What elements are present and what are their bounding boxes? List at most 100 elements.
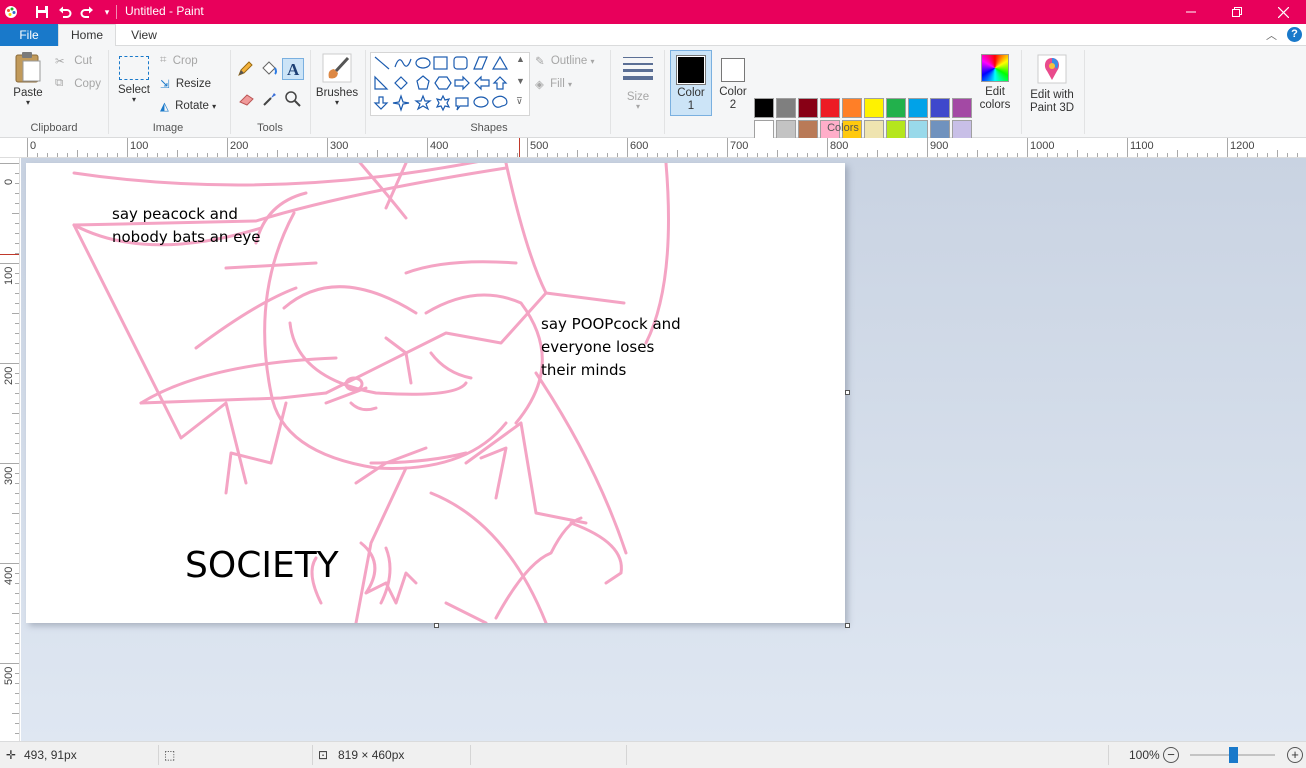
palette-swatch[interactable] bbox=[886, 120, 906, 140]
palette-swatch[interactable] bbox=[776, 98, 796, 118]
ruler-minor-tick bbox=[12, 213, 19, 214]
paint-app-icon[interactable] bbox=[2, 3, 20, 21]
ruler-minor-tick bbox=[287, 153, 288, 157]
ruler-minor-tick bbox=[447, 153, 448, 157]
ruler-minor-tick bbox=[1137, 153, 1138, 157]
save-icon[interactable] bbox=[33, 3, 51, 21]
canvas-resize-handle-bottom[interactable] bbox=[434, 623, 439, 628]
ruler-tick bbox=[0, 563, 19, 564]
palette-swatch[interactable] bbox=[754, 120, 774, 140]
edit-with-paint3d-button[interactable]: Edit with Paint 3D bbox=[1026, 54, 1078, 116]
caption-right-line2: everyone loses bbox=[541, 338, 655, 356]
redo-icon[interactable] bbox=[78, 3, 96, 21]
tab-home[interactable]: Home bbox=[58, 24, 116, 47]
ruler-minor-tick bbox=[15, 643, 19, 644]
palette-swatch[interactable] bbox=[820, 98, 840, 118]
ruler-minor-tick bbox=[15, 553, 19, 554]
help-icon[interactable]: ? bbox=[1287, 27, 1302, 42]
ruler-minor-tick bbox=[12, 513, 19, 514]
zoom-out-button[interactable]: − bbox=[1163, 747, 1179, 763]
ruler-minor-tick bbox=[15, 593, 19, 594]
palette-swatch[interactable] bbox=[798, 98, 818, 118]
canvas-resize-handle-right[interactable] bbox=[845, 390, 850, 395]
paste-button[interactable]: Paste ▾ bbox=[8, 50, 48, 118]
fill-tool[interactable] bbox=[260, 60, 278, 81]
status-separator bbox=[312, 745, 313, 765]
color-picker-tool[interactable] bbox=[261, 90, 279, 111]
ruler-minor-tick bbox=[597, 153, 598, 157]
ruler-tick bbox=[527, 138, 528, 157]
zoom-slider-thumb[interactable] bbox=[1229, 747, 1238, 763]
minimize-icon[interactable] bbox=[1168, 0, 1214, 24]
brushes-button[interactable]: Brushes ▾ bbox=[315, 52, 359, 118]
undo-icon[interactable] bbox=[56, 3, 74, 21]
drawing-canvas[interactable]: say peacock and nobody bats an eye say P… bbox=[26, 163, 845, 623]
pencil-tool[interactable] bbox=[236, 60, 254, 81]
crop-icon: ⌗ bbox=[160, 54, 167, 66]
paint3d-label-1: Edit with bbox=[1030, 89, 1074, 101]
ruler-minor-tick bbox=[15, 583, 19, 584]
crop-button[interactable]: ⌗ Crop bbox=[160, 54, 198, 67]
ruler-minor-tick bbox=[207, 153, 208, 157]
canvas-resize-handle-corner[interactable] bbox=[845, 623, 850, 628]
tab-file[interactable]: File bbox=[0, 24, 58, 46]
palette-swatch[interactable] bbox=[930, 120, 950, 140]
customize-toolbar-icon[interactable]: ▾ bbox=[98, 3, 116, 21]
palette-swatch[interactable] bbox=[842, 98, 862, 118]
ruler-tick bbox=[1227, 138, 1228, 157]
ruler-label: 1100 bbox=[1130, 140, 1154, 152]
tab-view[interactable]: View bbox=[116, 24, 172, 46]
palette-swatch[interactable] bbox=[886, 98, 906, 118]
magnifier-tool[interactable] bbox=[284, 90, 302, 111]
color1-button[interactable]: Color 1 bbox=[670, 50, 712, 116]
ruler-minor-tick bbox=[487, 153, 488, 157]
shapes-gallery[interactable] bbox=[370, 52, 530, 116]
text-icon: A bbox=[287, 60, 300, 79]
palette-swatch[interactable] bbox=[908, 120, 928, 140]
palette-swatch[interactable] bbox=[776, 120, 796, 140]
ruler-minor-tick bbox=[15, 683, 19, 684]
ruler-tick bbox=[727, 138, 728, 157]
ruler-minor-tick bbox=[297, 153, 298, 157]
shapes-more-icon[interactable]: ⊽ bbox=[516, 96, 523, 107]
text-tool[interactable]: A bbox=[282, 58, 304, 80]
size-button[interactable]: Size ▾ bbox=[618, 54, 658, 116]
fill-button[interactable]: ◈ Fill ▾ bbox=[535, 77, 572, 91]
resize-button[interactable]: ⇲ Resize bbox=[160, 77, 211, 91]
palette-swatch[interactable] bbox=[908, 98, 928, 118]
group-label-shapes: Shapes bbox=[470, 122, 508, 134]
select-button[interactable]: Select ▾ bbox=[114, 52, 154, 118]
palette-swatch[interactable] bbox=[930, 98, 950, 118]
ruler-minor-tick bbox=[667, 153, 668, 157]
shapes-scroll-up-icon[interactable]: ▲ bbox=[516, 54, 525, 64]
ruler-minor-tick bbox=[987, 153, 988, 157]
palette-swatch[interactable] bbox=[952, 120, 972, 140]
cut-button[interactable]: ✂ Cut bbox=[55, 54, 92, 68]
shapes-scroll-down-icon[interactable]: ▼ bbox=[516, 76, 525, 86]
palette-swatch[interactable] bbox=[952, 98, 972, 118]
ruler-label: 100 bbox=[3, 266, 15, 285]
eraser-tool[interactable] bbox=[238, 90, 256, 111]
color2-button[interactable]: Color 2 bbox=[714, 50, 752, 116]
ruler-minor-tick bbox=[87, 153, 88, 157]
rotate-button[interactable]: ◭ Rotate ▾ bbox=[160, 99, 216, 113]
ruler-minor-tick bbox=[15, 173, 19, 174]
palette-swatch[interactable] bbox=[864, 98, 884, 118]
outline-dropdown-icon: ▾ bbox=[590, 57, 595, 67]
maximize-icon[interactable] bbox=[1214, 0, 1260, 24]
close-icon[interactable] bbox=[1260, 0, 1306, 24]
edit-colors-button[interactable]: Edit colors bbox=[976, 54, 1014, 116]
collapse-ribbon-icon[interactable]: ︿ bbox=[1266, 27, 1277, 43]
status-separator bbox=[1108, 745, 1109, 765]
crop-label: Crop bbox=[172, 54, 198, 67]
pencil-icon bbox=[238, 61, 253, 76]
title-bar: ▾ Untitled - Paint bbox=[0, 0, 1306, 24]
palette-swatch[interactable] bbox=[754, 98, 774, 118]
ruler-minor-tick bbox=[12, 713, 19, 714]
ruler-minor-tick bbox=[817, 153, 818, 157]
outline-button[interactable]: ✎ Outline ▾ bbox=[535, 54, 595, 68]
zoom-in-button[interactable]: + bbox=[1287, 747, 1303, 763]
ruler-minor-tick bbox=[547, 153, 548, 157]
ruler-minor-tick bbox=[367, 153, 368, 157]
copy-button[interactable]: ⧉ Copy bbox=[55, 77, 101, 90]
